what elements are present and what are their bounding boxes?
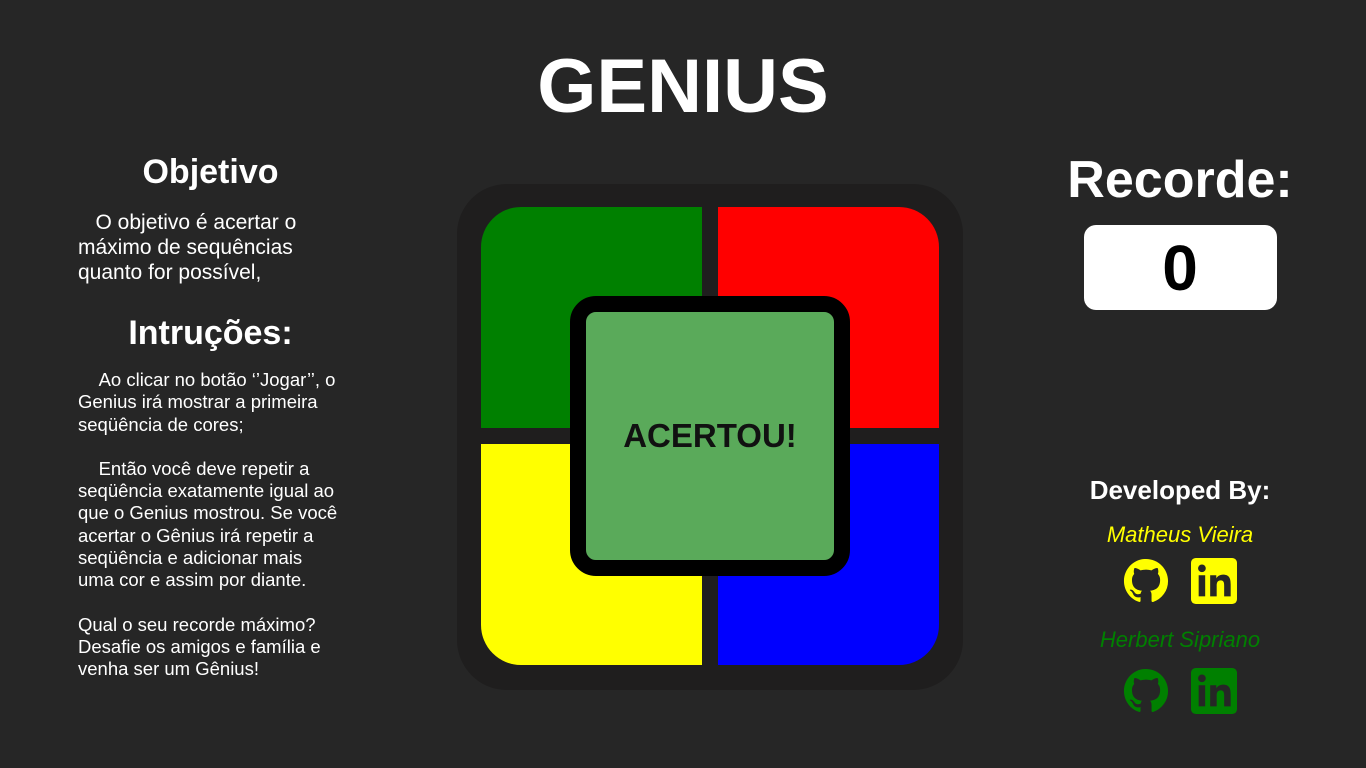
developed-by-heading: Developed By: — [1089, 475, 1271, 505]
instruction-paragraph-2: Então você deve repetir a seqüência exat… — [78, 457, 343, 591]
objective-heading: Objetivo — [142, 153, 279, 191]
linkedin-icon[interactable] — [1191, 668, 1237, 714]
record-label: Recorde: — [1067, 151, 1293, 209]
page-title: GENIUS — [537, 44, 829, 129]
developer-name-2: Herbert Sipriano — [1099, 627, 1261, 652]
record-panel: Recorde: 0 Developed By: Matheus Vieira … — [1050, 150, 1310, 714]
center-status-label: ACERTOU! — [623, 417, 797, 454]
center-button[interactable]: ACERTOU! — [570, 296, 850, 576]
record-box: 0 — [1083, 225, 1277, 310]
instructions-heading: Intruções: — [128, 314, 293, 352]
developer-name-1: Matheus Vieira — [1106, 522, 1254, 547]
instruction-paragraph-3: Qual o seu recorde máximo? Desafie os am… — [78, 613, 326, 680]
record-value: 0 — [1162, 231, 1198, 304]
instruction-paragraph-1: Ao clicar no botão ‘’Jogar’’, o Genius i… — [78, 369, 341, 435]
github-icon[interactable] — [1123, 558, 1169, 604]
page: GENIUS Objetivo O objetivo é acertar o m… — [0, 0, 1366, 768]
objective-text: O objetivo é acertar o máximo de sequênc… — [78, 211, 303, 284]
developer-1-links — [1123, 558, 1238, 604]
linkedin-icon[interactable] — [1191, 558, 1237, 604]
github-icon[interactable] — [1123, 668, 1169, 714]
info-panel: Objetivo O objetivo é acertar o máximo d… — [78, 150, 343, 681]
developer-2-links — [1123, 668, 1238, 714]
genius-board: ACERTOU! — [457, 184, 963, 690]
